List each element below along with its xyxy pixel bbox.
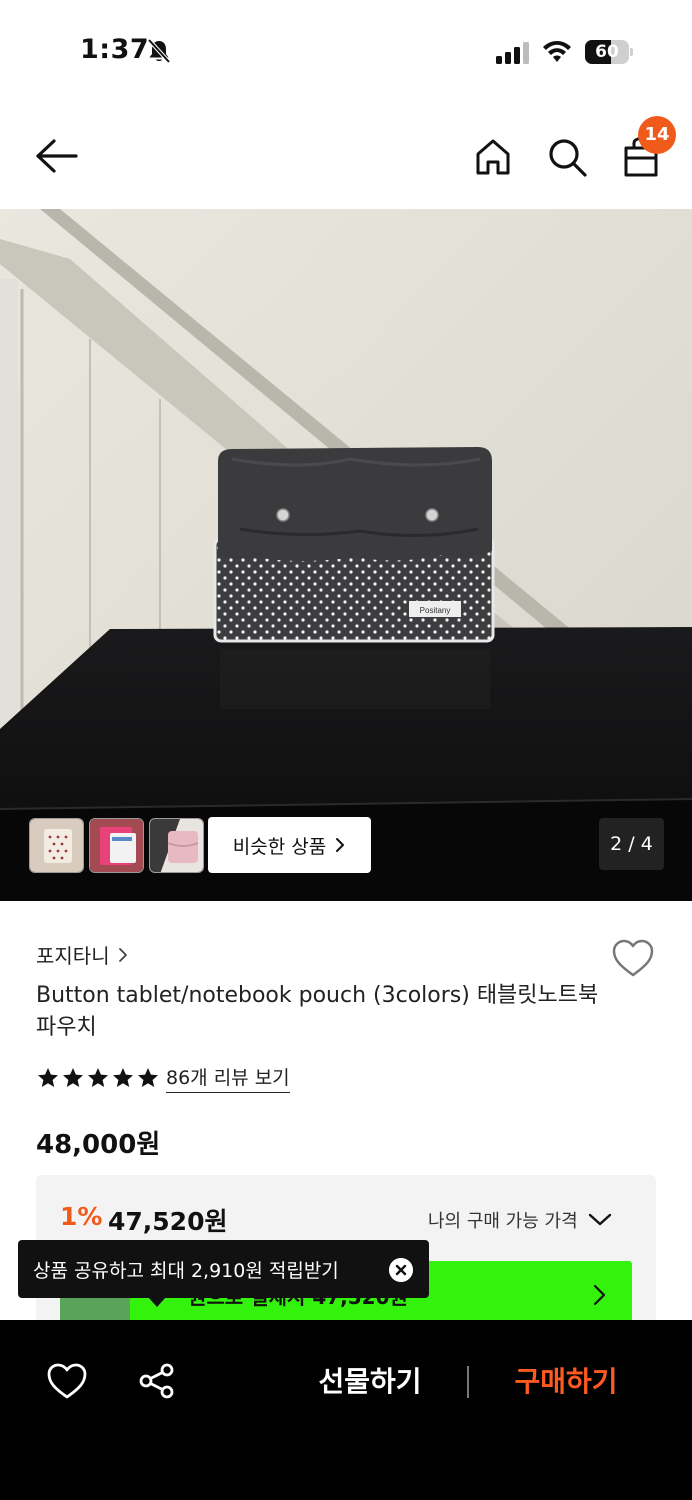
close-icon[interactable] xyxy=(389,1258,413,1282)
bottom-action-bar: 선물하기 구매하기 xyxy=(0,1320,692,1500)
buy-button[interactable]: 구매하기 xyxy=(496,1360,636,1404)
divider xyxy=(467,1366,469,1398)
product-price: 48,000원 xyxy=(36,1130,161,1160)
thumbnail-2[interactable] xyxy=(89,818,144,873)
product-title: Button tablet/notebook pouch (3colors) 태… xyxy=(36,983,599,1040)
tooltip-pointer xyxy=(148,1297,166,1307)
cellular-signal-icon xyxy=(496,42,529,64)
status-time: 1:37 xyxy=(80,34,150,65)
back-arrow-icon[interactable] xyxy=(34,136,78,176)
discount-rate: 1% xyxy=(60,1202,103,1231)
search-icon[interactable] xyxy=(546,136,588,178)
my-price-toggle[interactable]: 나의 구매 가능 가격 xyxy=(428,1207,612,1233)
brand-name: 포지타니 xyxy=(36,944,110,968)
status-bar: 1:37 60 xyxy=(0,0,692,100)
battery-percent: 60 xyxy=(595,42,619,62)
heart-icon[interactable] xyxy=(611,938,655,978)
thumbnail-1[interactable] xyxy=(29,818,84,873)
rating-row: 86개 리뷰 보기 xyxy=(36,1063,290,1093)
similar-products-label: 비슷한 상품 xyxy=(232,835,327,858)
bell-muted-icon xyxy=(147,38,171,64)
battery-icon: 60 xyxy=(585,40,633,64)
chevron-down-icon xyxy=(588,1213,611,1226)
my-price-label: 나의 구매 가능 가격 xyxy=(428,1211,578,1232)
product-image[interactable]: Positany xyxy=(0,209,692,901)
pouch-label: Positany xyxy=(420,606,451,615)
product-photo: Positany xyxy=(0,209,692,901)
star-icon xyxy=(88,1068,108,1087)
reviews-link[interactable]: 86개 리뷰 보기 xyxy=(166,1063,290,1093)
star-icon xyxy=(138,1068,158,1087)
star-icon xyxy=(38,1068,58,1087)
star-rating xyxy=(36,1066,160,1090)
thumbnail-3[interactable] xyxy=(149,818,204,873)
chevron-right-icon xyxy=(593,1284,606,1306)
star-icon xyxy=(63,1068,83,1087)
image-page-indicator: 2 / 4 xyxy=(599,818,664,870)
wifi-icon xyxy=(543,41,571,62)
heart-icon[interactable] xyxy=(46,1362,88,1400)
chevron-right-icon xyxy=(118,947,127,962)
brand-link[interactable]: 포지타니 xyxy=(36,940,128,969)
similar-products-button[interactable]: 비슷한 상품 xyxy=(208,817,371,873)
share-icon[interactable] xyxy=(138,1362,176,1400)
gift-button[interactable]: 선물하기 xyxy=(300,1360,440,1404)
cart-count-badge: 14 xyxy=(638,116,676,154)
star-icon xyxy=(113,1068,133,1087)
tooltip-text: 상품 공유하고 최대 2,910원 적립받기 xyxy=(33,1259,339,1282)
share-reward-tooltip: 상품 공유하고 최대 2,910원 적립받기 xyxy=(18,1240,429,1298)
home-icon[interactable] xyxy=(472,136,514,178)
chevron-right-icon xyxy=(336,838,345,852)
discount-price: 47,520원 xyxy=(108,1207,228,1236)
